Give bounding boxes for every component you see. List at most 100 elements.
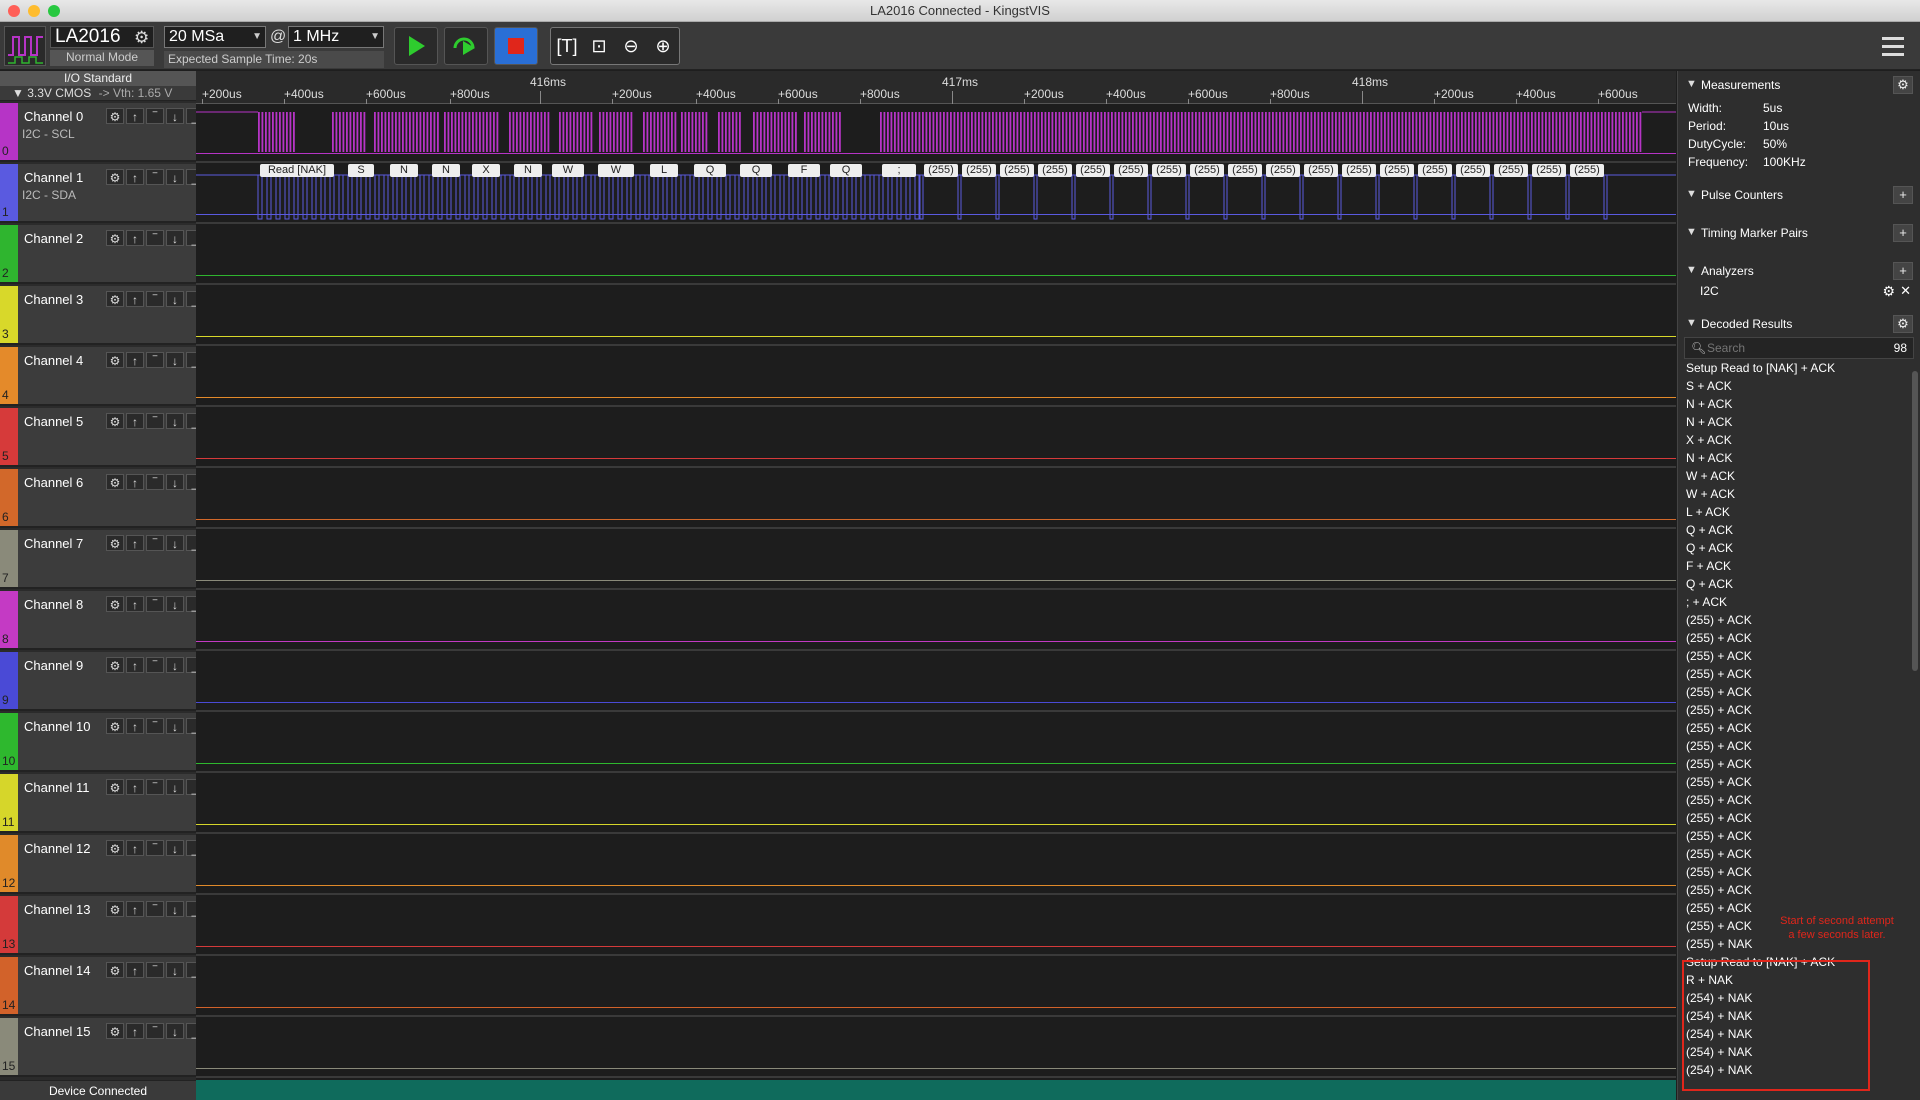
decoded-label[interactable]: W xyxy=(598,164,634,177)
decoded-label[interactable]: (255) xyxy=(924,164,958,177)
channel-name[interactable]: Channel 6 xyxy=(24,475,83,490)
decoded-label[interactable]: (255) xyxy=(1000,164,1034,177)
trigger-falling-edge-icon[interactable]: ↓ xyxy=(166,962,184,978)
decoded-label[interactable]: ; xyxy=(882,164,916,177)
decoded-results-settings-gear-icon[interactable]: ⚙ xyxy=(1893,315,1913,333)
channel-color-bar[interactable]: 6 xyxy=(0,469,18,526)
trigger-rising-edge-icon[interactable]: ↑ xyxy=(126,169,144,185)
trigger-falling-edge-icon[interactable]: ↓ xyxy=(166,596,184,612)
decoded-label[interactable]: W xyxy=(552,164,584,177)
decoded-result-item[interactable]: N + ACK xyxy=(1686,397,1732,411)
channel-name[interactable]: Channel 4 xyxy=(24,353,83,368)
decoded-label[interactable]: Q xyxy=(694,164,726,177)
decoded-result-item[interactable]: S + ACK xyxy=(1686,379,1732,393)
channel-name[interactable]: Channel 10 xyxy=(24,719,91,734)
channel-row[interactable]: 5 Channel 5 ⚙ ↑ ‾ ↓ _ xyxy=(0,408,204,467)
decoded-result-item[interactable]: (255) + ACK xyxy=(1686,811,1752,825)
decoded-label[interactable]: (255) xyxy=(1228,164,1262,177)
decoded-result-item[interactable]: (255) + ACK xyxy=(1686,631,1752,645)
channel-settings-gear-icon[interactable]: ⚙ xyxy=(106,840,124,856)
channel-lane[interactable] xyxy=(196,714,1676,773)
trigger-rising-edge-icon[interactable]: ↑ xyxy=(126,962,144,978)
channel-lane[interactable] xyxy=(196,409,1676,468)
channel-settings-gear-icon[interactable]: ⚙ xyxy=(106,718,124,734)
decoded-label[interactable]: (255) xyxy=(1114,164,1148,177)
run-button[interactable] xyxy=(394,27,438,65)
channel-lane[interactable] xyxy=(196,592,1676,651)
trigger-falling-edge-icon[interactable]: ↓ xyxy=(166,1023,184,1039)
decoded-label[interactable]: N xyxy=(390,164,418,177)
channel-color-bar[interactable]: 15 xyxy=(0,1018,18,1075)
channel-row[interactable]: 1 Channel 1 I2C - SDA ⚙ ↑ ‾ ↓ _ xyxy=(0,164,204,223)
decoded-label[interactable]: (255) xyxy=(1342,164,1376,177)
trigger-falling-edge-icon[interactable]: ↓ xyxy=(166,108,184,124)
channel-lane[interactable] xyxy=(196,470,1676,529)
pulse-counters-section-header[interactable]: ▼ Pulse Counters + xyxy=(1678,183,1920,207)
channel-name[interactable]: Channel 11 xyxy=(24,780,90,795)
channel-color-bar[interactable]: 2 xyxy=(0,225,18,282)
trigger-rising-edge-icon[interactable]: ↑ xyxy=(126,596,144,612)
decoded-label[interactable]: L xyxy=(650,164,678,177)
decoded-label[interactable]: (255) xyxy=(1570,164,1604,177)
trigger-rising-edge-icon[interactable]: ↑ xyxy=(126,840,144,856)
io-standard-select[interactable]: ▼ 3.3V CMOS -> Vth: 1.65 V xyxy=(0,86,196,101)
channel-row[interactable]: 4 Channel 4 ⚙ ↑ ‾ ↓ _ xyxy=(0,347,204,406)
channel-lane[interactable] xyxy=(196,1019,1676,1078)
decoded-label[interactable]: (255) xyxy=(1152,164,1186,177)
channel-row[interactable]: 14 Channel 14 ⚙ ↑ ‾ ↓ _ xyxy=(0,957,204,1016)
trigger-high-level-icon[interactable]: ‾ xyxy=(146,291,164,307)
decoded-result-item[interactable]: (255) + ACK xyxy=(1686,721,1752,735)
trigger-rising-edge-icon[interactable]: ↑ xyxy=(126,718,144,734)
decoded-result-item[interactable]: Setup Read to [NAK] + ACK xyxy=(1686,361,1835,375)
trigger-falling-edge-icon[interactable]: ↓ xyxy=(166,779,184,795)
stop-button[interactable] xyxy=(494,27,538,65)
decoded-label[interactable]: Read [NAK] xyxy=(260,164,334,177)
decoded-label[interactable]: (255) xyxy=(1190,164,1224,177)
decoded-result-item[interactable]: (255) + NAK xyxy=(1686,937,1752,951)
add-timing-marker-plus-icon[interactable]: + xyxy=(1893,224,1913,242)
decoded-result-item[interactable]: (255) + ACK xyxy=(1686,793,1752,807)
trigger-rising-edge-icon[interactable]: ↑ xyxy=(126,657,144,673)
menu-icon[interactable] xyxy=(1882,32,1904,60)
decoded-label[interactable]: Q xyxy=(830,164,862,177)
channel-row[interactable]: 3 Channel 3 ⚙ ↑ ‾ ↓ _ xyxy=(0,286,204,345)
channel-lane[interactable] xyxy=(196,775,1676,834)
channel-settings-gear-icon[interactable]: ⚙ xyxy=(106,535,124,551)
trigger-rising-edge-icon[interactable]: ↑ xyxy=(126,230,144,246)
channel-lane[interactable] xyxy=(196,104,1676,163)
time-ruler[interactable]: +200us +400us +600us +800us 416ms +200us +400u… xyxy=(196,71,1676,104)
trigger-rising-edge-icon[interactable]: ↑ xyxy=(126,901,144,917)
decoded-result-item[interactable]: (255) + ACK xyxy=(1686,667,1752,681)
trigger-high-level-icon[interactable]: ‾ xyxy=(146,962,164,978)
channel-lane[interactable] xyxy=(196,897,1676,956)
channel-row[interactable]: 9 Channel 9 ⚙ ↑ ‾ ↓ _ xyxy=(0,652,204,711)
channel-lane[interactable] xyxy=(196,836,1676,895)
trigger-high-level-icon[interactable]: ‾ xyxy=(146,230,164,246)
channel-name[interactable]: Channel 9 xyxy=(24,658,83,673)
channel-name[interactable]: Channel 15 xyxy=(24,1024,91,1039)
trigger-high-level-icon[interactable]: ‾ xyxy=(146,474,164,490)
channel-name[interactable]: Channel 7 xyxy=(24,536,83,551)
measurements-section-header[interactable]: ▼ Measurements ⚙ xyxy=(1678,73,1920,97)
decoded-label[interactable]: (255) xyxy=(1532,164,1566,177)
trigger-falling-edge-icon[interactable]: ↓ xyxy=(166,535,184,551)
trigger-high-level-icon[interactable]: ‾ xyxy=(146,718,164,734)
decoded-label[interactable]: X xyxy=(472,164,500,177)
channel-settings-gear-icon[interactable]: ⚙ xyxy=(106,657,124,673)
trigger-rising-edge-icon[interactable]: ↑ xyxy=(126,352,144,368)
trigger-falling-edge-icon[interactable]: ↓ xyxy=(166,352,184,368)
decoded-result-item[interactable]: (255) + ACK xyxy=(1686,739,1752,753)
channel-lane[interactable] xyxy=(196,531,1676,590)
channel-lane[interactable] xyxy=(196,348,1676,407)
text-icon[interactable]: [T] xyxy=(553,36,581,57)
search-input[interactable] xyxy=(1707,340,1877,356)
decoded-result-item[interactable]: N + ACK xyxy=(1686,415,1732,429)
trigger-high-level-icon[interactable]: ‾ xyxy=(146,840,164,856)
decoded-label[interactable]: (255) xyxy=(1266,164,1300,177)
channel-color-bar[interactable]: 1 xyxy=(0,164,18,221)
decoded-label[interactable]: (255) xyxy=(962,164,996,177)
decoded-search-box[interactable]: 🔍︎ 98 xyxy=(1684,337,1914,359)
trigger-rising-edge-icon[interactable]: ↑ xyxy=(126,291,144,307)
trigger-high-level-icon[interactable]: ‾ xyxy=(146,779,164,795)
decoded-result-item[interactable]: (255) + ACK xyxy=(1686,919,1752,933)
